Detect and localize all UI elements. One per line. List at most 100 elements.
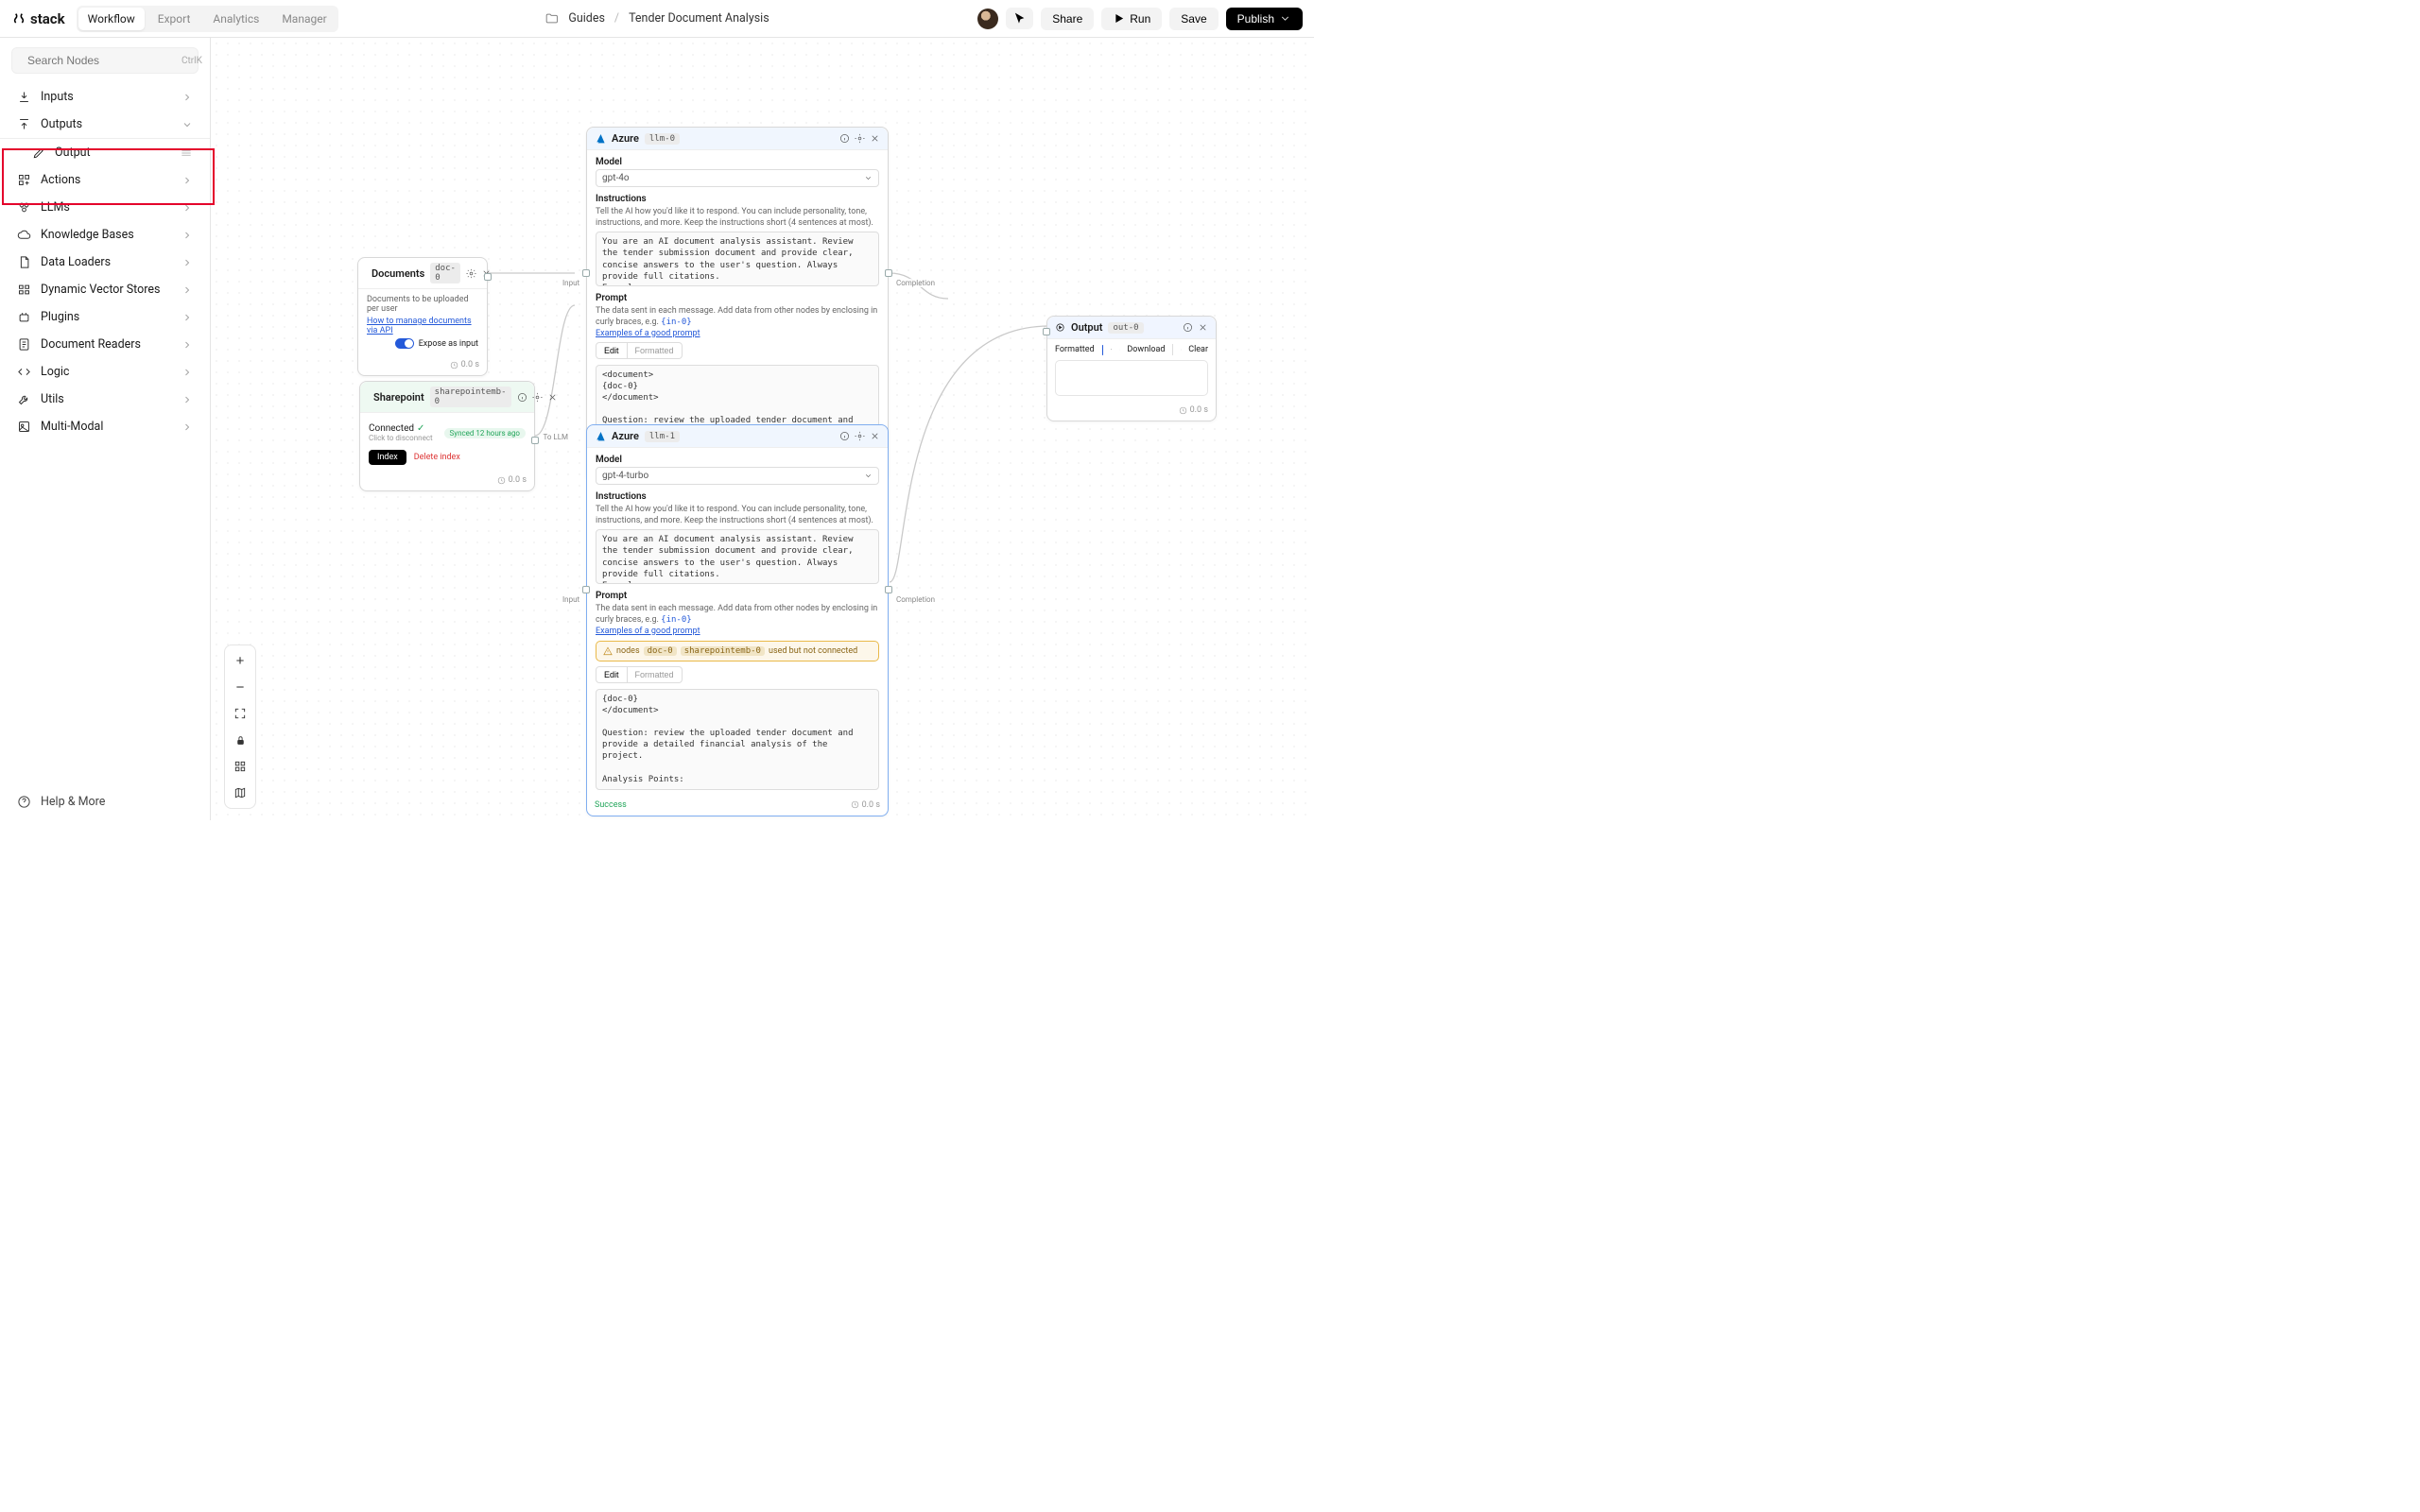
download-icon[interactable] <box>1119 345 1120 354</box>
manage-docs-link[interactable]: How to manage documents via API <box>367 317 478 335</box>
grid-button[interactable] <box>227 753 253 780</box>
trash-icon[interactable] <box>1181 345 1182 354</box>
tab-manager[interactable]: Manager <box>272 8 336 30</box>
settings-icon[interactable] <box>532 392 543 403</box>
instructions-textarea[interactable]: You are an AI document analysis assistan… <box>596 529 879 584</box>
port-out[interactable] <box>531 437 539 444</box>
fit-button[interactable] <box>227 700 253 727</box>
copy-icon[interactable] <box>1111 345 1112 354</box>
node-azure-1[interactable]: Azure llm-1 Model gpt-4-turbo Instructio… <box>586 424 889 816</box>
prompt-textarea[interactable]: {doc-0} </document> Question: review the… <box>596 689 879 790</box>
delete-index-button[interactable]: Delete index <box>414 453 460 462</box>
sidebar: CtrlK Inputs Outputs Output Actions LLMs <box>0 38 211 820</box>
port-out[interactable] <box>885 586 892 593</box>
model-select[interactable]: gpt-4-turbo <box>596 467 879 485</box>
cursor-mode-button[interactable] <box>1006 8 1033 29</box>
settings-icon[interactable] <box>466 268 476 279</box>
tree-inputs[interactable]: Inputs <box>0 83 210 111</box>
edit-mode-toggle[interactable]: EditFormatted <box>596 342 879 359</box>
zoom-in-button[interactable]: + <box>227 647 253 674</box>
model-select[interactable]: gpt-4o <box>596 169 879 187</box>
tree-data-loaders[interactable]: Data Loaders <box>0 249 210 276</box>
tree-output-item[interactable]: Output <box>0 138 210 166</box>
info-icon[interactable] <box>1183 322 1193 333</box>
breadcrumb-folder[interactable]: Guides <box>568 11 605 26</box>
tree-logic[interactable]: Logic <box>0 358 210 386</box>
clock-icon <box>450 361 458 369</box>
prompt-examples-link[interactable]: Examples of a good prompt <box>596 329 879 338</box>
node-tree: Inputs Outputs Output Actions LLMs Knowl… <box>0 83 210 783</box>
clear-button[interactable]: Clear <box>1188 345 1208 354</box>
close-icon[interactable] <box>1198 322 1208 333</box>
zoom-controls: + − <box>224 644 256 809</box>
map-button[interactable] <box>227 780 253 806</box>
tree-knowledge-bases[interactable]: Knowledge Bases <box>0 221 210 249</box>
port-in[interactable] <box>582 586 590 593</box>
tab-analytics[interactable]: Analytics <box>203 8 268 30</box>
index-button[interactable]: Index <box>369 450 406 465</box>
prompt-examples-link[interactable]: Examples of a good prompt <box>596 627 879 636</box>
tree-utils[interactable]: Utils <box>0 386 210 413</box>
port-in[interactable] <box>1043 328 1050 335</box>
clock-icon <box>851 800 859 809</box>
folder-icon <box>544 11 559 26</box>
close-icon[interactable] <box>547 392 558 403</box>
breadcrumb-page[interactable]: Tender Document Analysis <box>629 11 769 26</box>
expose-toggle[interactable] <box>395 338 414 349</box>
workflow-canvas[interactable]: Documents doc-0 Documents to be uploaded… <box>211 38 1314 820</box>
tree-llms[interactable]: LLMs <box>0 194 210 221</box>
chevron-down-icon <box>864 174 873 182</box>
node-sharepoint[interactable]: Sharepoint sharepointemb-0 Connected✓ Cl… <box>359 381 535 491</box>
port-out[interactable] <box>885 269 892 277</box>
azure-icon <box>595 133 606 145</box>
help-icon <box>17 795 31 809</box>
publish-button[interactable]: Publish <box>1226 8 1303 30</box>
warning-banner: nodes doc-0 sharepointemb-0 used but not… <box>596 641 879 662</box>
settings-icon[interactable] <box>855 133 865 144</box>
node-documents[interactable]: Documents doc-0 Documents to be uploaded… <box>357 257 488 376</box>
tree-actions[interactable]: Actions <box>0 166 210 194</box>
edit-mode-toggle[interactable]: EditFormatted <box>596 666 879 683</box>
tree-outputs[interactable]: Outputs <box>0 111 210 138</box>
run-button[interactable]: Run <box>1101 8 1162 30</box>
pencil-icon <box>32 146 45 160</box>
drag-handle-icon <box>180 146 193 160</box>
tree-plugins[interactable]: Plugins <box>0 303 210 331</box>
tree-multimodal[interactable]: Multi-Modal <box>0 413 210 440</box>
instructions-textarea[interactable]: You are an AI document analysis assistan… <box>596 232 879 286</box>
save-button[interactable]: Save <box>1169 8 1218 30</box>
node-output[interactable]: Output out-0 Formatted Download Clear 0.… <box>1046 316 1217 421</box>
tab-workflow[interactable]: Workflow <box>78 8 145 30</box>
azure-icon <box>595 431 606 442</box>
info-icon[interactable] <box>517 392 527 403</box>
logo-icon <box>11 11 26 26</box>
header-actions: Share Run Save Publish <box>977 8 1303 30</box>
close-icon[interactable] <box>870 133 880 144</box>
tree-dynamic-vector[interactable]: Dynamic Vector Stores <box>0 276 210 303</box>
download-icon <box>17 90 31 104</box>
user-avatar[interactable] <box>977 9 998 29</box>
lock-button[interactable] <box>227 727 253 753</box>
formatted-toggle[interactable] <box>1102 345 1103 355</box>
settings-icon[interactable] <box>855 431 865 441</box>
tree-document-readers[interactable]: Document Readers <box>0 331 210 358</box>
disconnect-link[interactable]: Click to disconnect <box>369 434 433 442</box>
status-success: Success <box>595 800 627 810</box>
close-icon[interactable] <box>870 431 880 441</box>
download-button[interactable]: Download <box>1127 345 1165 354</box>
share-button[interactable]: Share <box>1041 8 1094 30</box>
tab-export[interactable]: Export <box>148 8 200 30</box>
search-input[interactable] <box>27 54 174 67</box>
port-in[interactable] <box>582 269 590 277</box>
info-icon[interactable] <box>839 133 850 144</box>
clock-icon <box>497 476 506 485</box>
upload-icon <box>17 117 31 131</box>
info-icon[interactable] <box>839 431 850 441</box>
chevron-right-icon <box>182 230 193 241</box>
search-nodes[interactable]: CtrlK <box>11 47 199 74</box>
search-shortcut: CtrlK <box>182 56 202 66</box>
help-link[interactable]: Help & More <box>0 783 210 820</box>
port-out[interactable] <box>484 273 492 281</box>
file-icon <box>17 255 31 269</box>
zoom-out-button[interactable]: − <box>227 674 253 700</box>
